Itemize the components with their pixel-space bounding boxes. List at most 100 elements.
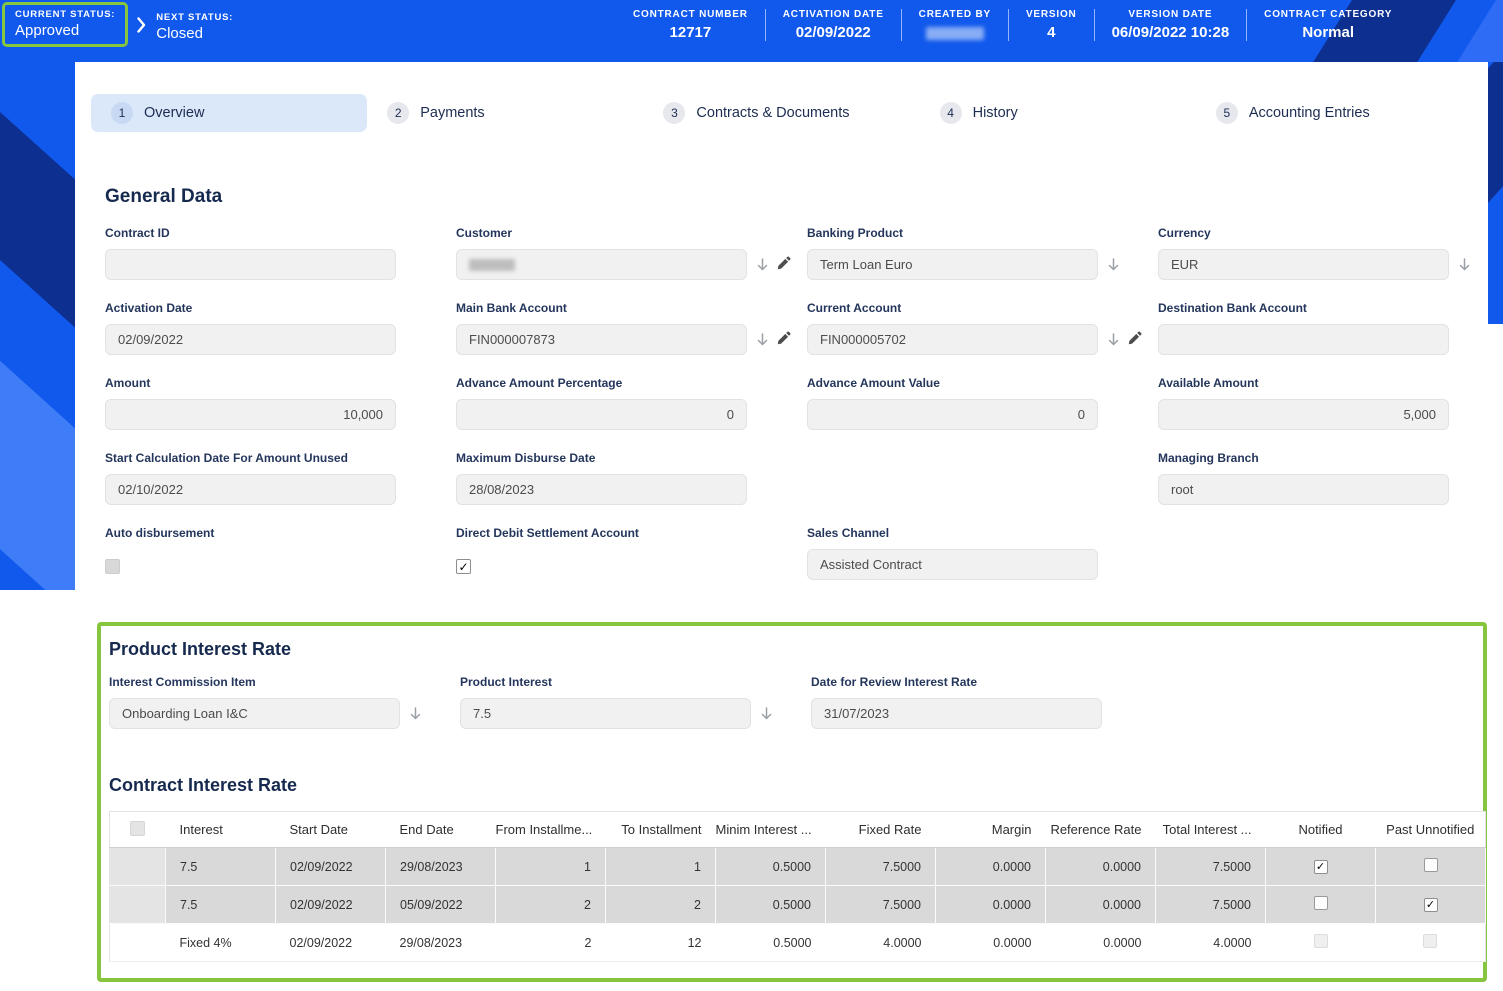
- current-status-value: Approved: [15, 22, 115, 39]
- field-amount: Amount 10,000: [105, 376, 396, 430]
- table-row[interactable]: 7.5 02/09/2022 29/08/2023 1 1 0.5000 7.5…: [110, 848, 1486, 886]
- col-header-from-installment: From Installme...: [496, 812, 606, 848]
- tab-contracts-documents[interactable]: 3 Contracts & Documents: [643, 94, 919, 132]
- field-product-interest: Product Interest 7.5: [460, 675, 751, 729]
- activation-date-input[interactable]: 02/09/2022: [105, 324, 396, 355]
- past-unnotified-checkbox[interactable]: [1423, 934, 1437, 948]
- banking-product-dropdown-arrow-icon[interactable]: [1108, 258, 1119, 271]
- redacted-value: [469, 259, 515, 271]
- currency-dropdown-arrow-icon[interactable]: [1459, 258, 1470, 271]
- top-status-bar: CURRENT STATUS: Approved NEXT STATUS: Cl…: [0, 0, 1503, 62]
- field-interest-commission-item: Interest Commission Item Onboarding Loan…: [109, 675, 400, 729]
- col-header-margin: Margin: [936, 812, 1046, 848]
- redacted-value: [926, 27, 984, 40]
- advance-amount-value-input[interactable]: 0: [807, 399, 1098, 430]
- interest-commission-item-dropdown-arrow-icon[interactable]: [410, 707, 421, 720]
- sales-channel-input[interactable]: Assisted Contract: [807, 549, 1098, 580]
- notified-checkbox[interactable]: [1314, 934, 1328, 948]
- col-header-reference-rate: Reference Rate: [1046, 812, 1156, 848]
- section-title-contract-interest-rate: Contract Interest Rate: [109, 775, 1483, 796]
- field-auto-disbursement: Auto disbursement: [105, 526, 396, 580]
- col-header-notified: Notified: [1266, 812, 1376, 848]
- tab-accounting-entries[interactable]: 5 Accounting Entries: [1196, 94, 1472, 132]
- past-unnotified-checkbox[interactable]: [1424, 898, 1438, 912]
- customer-edit-pencil-icon[interactable]: [776, 256, 791, 271]
- meta-contract-number: CONTRACT NUMBER 12717: [616, 9, 765, 41]
- current-account-input[interactable]: FIN000005702: [807, 324, 1098, 355]
- annotation-highlight-frame: Product Interest Rate Interest Commissio…: [97, 622, 1487, 982]
- field-current-account: Current Account FIN000005702: [807, 301, 1098, 355]
- notified-checkbox[interactable]: [1314, 860, 1328, 874]
- contract-interest-rate-table: Interest Start Date End Date From Instal…: [109, 811, 1486, 962]
- main-bank-account-dropdown-arrow-icon[interactable]: [757, 333, 768, 346]
- col-header-to-installment: To Installment: [606, 812, 716, 848]
- banking-product-input[interactable]: Term Loan Euro: [807, 249, 1098, 280]
- meta-activation-date: ACTIVATION DATE 02/09/2022: [765, 9, 901, 41]
- field-advance-amount-percentage: Advance Amount Percentage 0: [456, 376, 747, 430]
- customer-input[interactable]: [456, 249, 747, 280]
- meta-version: VERSION 4: [1008, 9, 1094, 41]
- customer-dropdown-arrow-icon[interactable]: [757, 258, 768, 271]
- general-data-grid: Contract ID Customer Banking Product Ter…: [105, 226, 1458, 580]
- field-date-for-review: Date for Review Interest Rate 31/07/2023: [811, 675, 1102, 729]
- product-interest-dropdown-arrow-icon[interactable]: [761, 707, 772, 720]
- advance-amount-percentage-input[interactable]: 0: [456, 399, 747, 430]
- select-all-checkbox[interactable]: [130, 821, 145, 836]
- col-header-fixed-rate: Fixed Rate: [826, 812, 936, 848]
- product-interest-input[interactable]: 7.5: [460, 698, 751, 729]
- currency-input[interactable]: EUR: [1158, 249, 1449, 280]
- direct-debit-settlement-checkbox[interactable]: [456, 559, 471, 574]
- field-managing-branch: Managing Branch root: [1158, 451, 1449, 505]
- table-row[interactable]: Fixed 4% 02/09/2022 29/08/2023 2 12 0.50…: [110, 924, 1486, 962]
- col-header-total-interest: Total Interest ...: [1156, 812, 1266, 848]
- current-status-box: CURRENT STATUS: Approved: [2, 2, 128, 47]
- select-all-cell: [110, 812, 166, 848]
- tab-overview[interactable]: 1 Overview: [91, 94, 367, 132]
- tab-history[interactable]: 4 History: [920, 94, 1196, 132]
- field-start-calculation-date: Start Calculation Date For Amount Unused…: [105, 451, 396, 505]
- tab-payments[interactable]: 2 Payments: [367, 94, 643, 132]
- right-dark-diagonal: [1488, 62, 1503, 205]
- main-bank-account-edit-pencil-icon[interactable]: [776, 331, 791, 346]
- field-currency: Currency EUR: [1158, 226, 1449, 280]
- contract-id-input[interactable]: [105, 249, 396, 280]
- main-bank-account-input[interactable]: FIN000007873: [456, 324, 747, 355]
- table-header-row: Interest Start Date End Date From Instal…: [110, 812, 1486, 848]
- left-dark-diagonal: [0, 77, 75, 366]
- field-advance-amount-value: Advance Amount Value 0: [807, 376, 1098, 430]
- current-status-label: CURRENT STATUS:: [15, 9, 115, 20]
- tab-number-badge: 4: [940, 102, 962, 124]
- field-sales-channel: Sales Channel Assisted Contract: [807, 526, 1098, 580]
- destination-bank-account-input[interactable]: [1158, 324, 1449, 355]
- col-header-minim-interest: Minim Interest ...: [716, 812, 826, 848]
- tab-number-badge: 3: [663, 102, 685, 124]
- start-calculation-date-input[interactable]: 02/10/2022: [105, 474, 396, 505]
- past-unnotified-checkbox[interactable]: [1424, 858, 1438, 872]
- amount-input[interactable]: 10,000: [105, 399, 396, 430]
- auto-disbursement-checkbox[interactable]: [105, 559, 120, 574]
- current-account-dropdown-arrow-icon[interactable]: [1108, 333, 1119, 346]
- current-account-edit-pencil-icon[interactable]: [1127, 331, 1142, 346]
- field-direct-debit-settlement: Direct Debit Settlement Account: [456, 526, 747, 580]
- table-row[interactable]: 7.5 02/09/2022 05/09/2022 2 2 0.5000 7.5…: [110, 886, 1486, 924]
- notified-checkbox[interactable]: [1314, 896, 1328, 910]
- field-main-bank-account: Main Bank Account FIN000007873: [456, 301, 747, 355]
- interest-commission-item-input[interactable]: Onboarding Loan I&C: [109, 698, 400, 729]
- tab-number-badge: 2: [387, 102, 409, 124]
- left-decoration-band: [0, 62, 75, 590]
- contract-meta-bar: CONTRACT NUMBER 12717 ACTIVATION DATE 02…: [616, 9, 1409, 41]
- field-destination-bank-account: Destination Bank Account: [1158, 301, 1449, 355]
- section-title-product-interest-rate: Product Interest Rate: [109, 639, 1483, 660]
- col-header-start-date: Start Date: [276, 812, 386, 848]
- tab-number-badge: 5: [1216, 102, 1238, 124]
- available-amount-input[interactable]: 5,000: [1158, 399, 1449, 430]
- field-banking-product: Banking Product Term Loan Euro: [807, 226, 1098, 280]
- empty-cell: [1158, 526, 1449, 580]
- next-status-value: Closed: [156, 25, 233, 42]
- maximum-disburse-date-input[interactable]: 28/08/2023: [456, 474, 747, 505]
- managing-branch-input[interactable]: root: [1158, 474, 1449, 505]
- field-activation-date: Activation Date 02/09/2022: [105, 301, 396, 355]
- col-header-end-date: End Date: [386, 812, 496, 848]
- date-for-review-input[interactable]: 31/07/2023: [811, 698, 1102, 729]
- product-interest-grid: Interest Commission Item Onboarding Loan…: [109, 675, 1483, 729]
